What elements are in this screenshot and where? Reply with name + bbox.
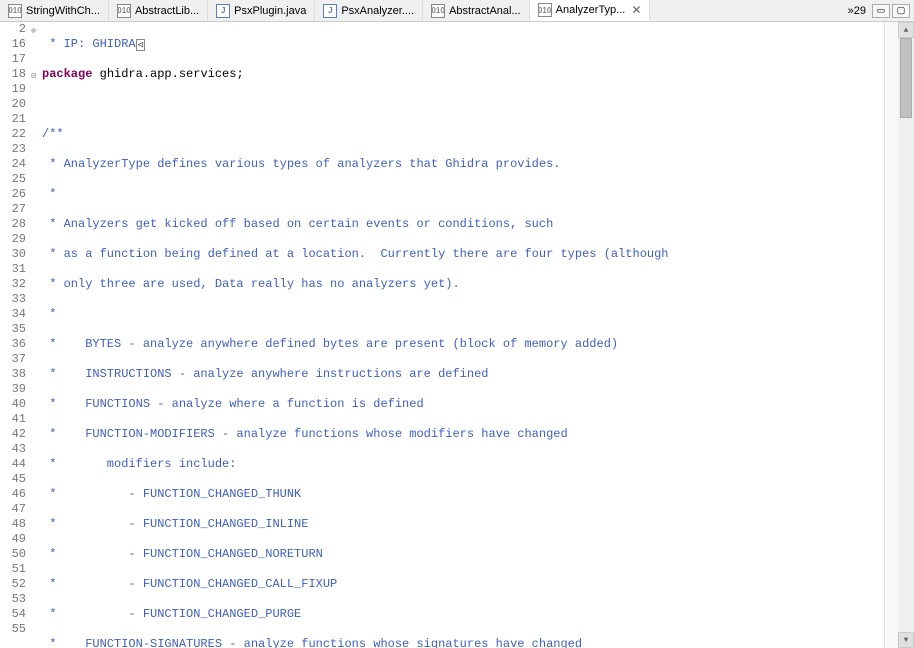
overview-ruler[interactable] [884,22,898,648]
tab-stringwithch[interactable]: 010StringWithCh... [0,0,109,21]
file-bin-icon: 010 [538,3,552,17]
editor-tab-bar: 010StringWithCh... 010AbstractLib... JPs… [0,0,914,22]
tab-analyzertype[interactable]: 010AnalyzerTyp...✕ [530,0,651,21]
fold-expand-icon[interactable]: ⊕ [31,24,36,39]
scroll-down-icon[interactable]: ▼ [898,632,914,648]
line-number-gutter: 2⊕ 16 17 18⊟ 19 20 21 22 23 24 25 26 27 … [0,22,28,648]
code-area[interactable]: * IP: GHIDRA◁ package ghidra.app.service… [28,22,884,648]
window-controls: ▭ ▢ [872,4,914,18]
file-bin-icon: 010 [431,4,445,18]
close-icon[interactable]: ✕ [631,3,641,17]
vertical-scrollbar[interactable]: ▲ ▼ [898,22,914,648]
file-java-icon: J [216,4,230,18]
minimize-button[interactable]: ▭ [872,4,890,18]
tab-overflow-button[interactable]: »29 [842,5,872,17]
fold-collapse-icon[interactable]: ⊟ [31,69,36,84]
file-java-icon: J [323,4,337,18]
tab-abstractlib[interactable]: 010AbstractLib... [109,0,208,21]
tab-abstractanal[interactable]: 010AbstractAnal... [423,0,530,21]
scroll-up-icon[interactable]: ▲ [898,22,914,38]
maximize-button[interactable]: ▢ [892,4,910,18]
file-bin-icon: 010 [8,4,22,18]
scroll-thumb[interactable] [900,38,912,118]
tab-psxplugin[interactable]: JPsxPlugin.java [208,0,315,21]
editor: 2⊕ 16 17 18⊟ 19 20 21 22 23 24 25 26 27 … [0,22,914,648]
file-bin-icon: 010 [117,4,131,18]
tab-psxanalyzer[interactable]: JPsxAnalyzer.... [315,0,423,21]
